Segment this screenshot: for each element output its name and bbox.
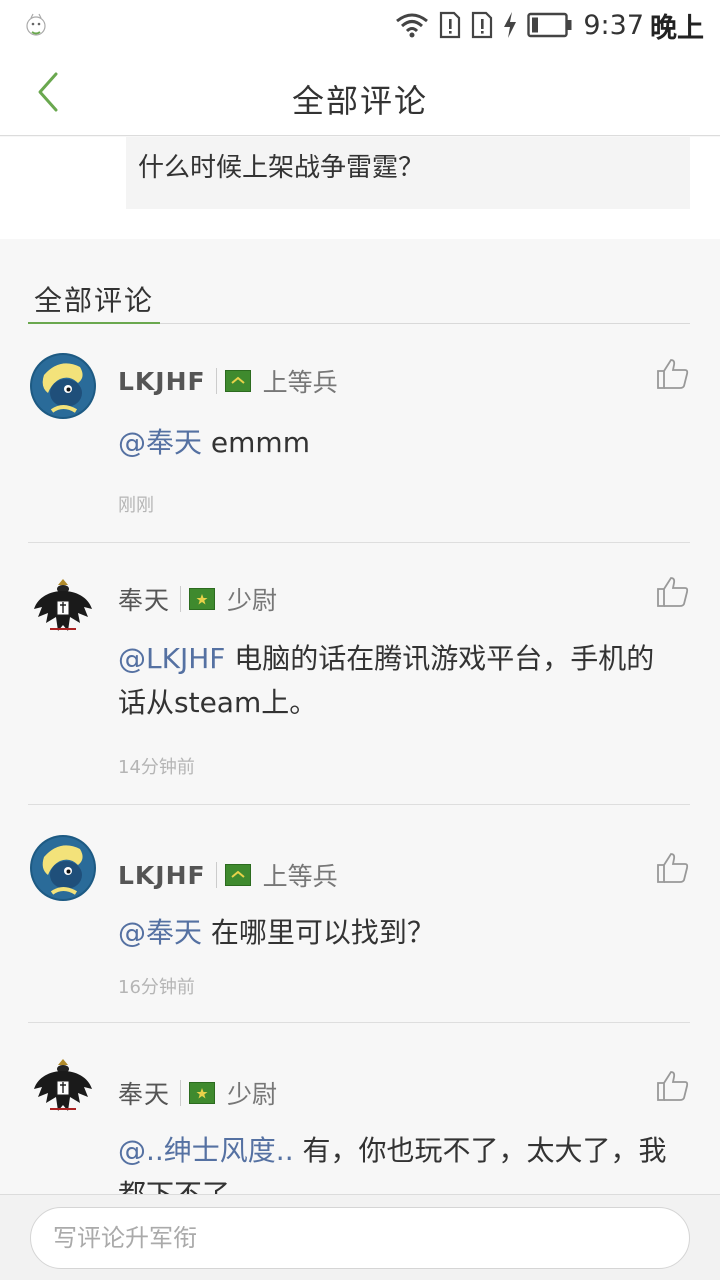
- status-period: 晚上: [650, 12, 704, 44]
- mention-link[interactable]: @奉天: [118, 426, 202, 459]
- comment-time: 刚刚: [118, 495, 154, 516]
- divider: [215, 862, 217, 888]
- comments-section: 全部评论 LKJHF 上等兵 @奉天 emmm 刚刚 奉天 少尉 @LKJHF …: [0, 239, 720, 1194]
- comment-text: @..绅士风度.. 有，你也玩不了，太大了，我都下不了: [118, 1129, 678, 1194]
- comment-time: 16分钟前: [118, 977, 195, 998]
- comment-input-bar: [0, 1194, 720, 1280]
- avatar[interactable]: [30, 573, 96, 639]
- comment-text: @奉天 emmm: [118, 421, 678, 465]
- sim-alert-icon: [440, 11, 461, 39]
- comment-username[interactable]: 奉天: [118, 1075, 170, 1111]
- comment-meta: 奉天 少尉: [118, 581, 277, 617]
- thumbs-up-icon[interactable]: [656, 575, 690, 609]
- battery-icon: [527, 12, 572, 38]
- post-snippet[interactable]: 什么时候上架战争雷霆？: [126, 137, 690, 209]
- chevron-rank-icon: [224, 370, 251, 392]
- comment-rank: 少尉: [227, 1080, 278, 1109]
- comment-body: emmm: [202, 426, 310, 459]
- charging-icon: [504, 12, 517, 38]
- comment-rank: 上等兵: [262, 368, 338, 397]
- tab-label: 全部评论: [34, 284, 155, 317]
- star-rank-icon: [189, 1082, 216, 1104]
- status-bar: 9:37 晚上: [0, 0, 720, 50]
- divider: [215, 368, 217, 394]
- comment-body: 在哪里可以找到？: [202, 916, 435, 949]
- comment-rank: 少尉: [227, 586, 278, 615]
- comment-item: LKJHF 上等兵 @奉天 在哪里可以找到？ 16分钟前: [28, 805, 690, 1023]
- avatar[interactable]: [30, 835, 96, 901]
- comment-text: @奉天 在哪里可以找到？: [118, 911, 678, 955]
- comment-input[interactable]: [30, 1207, 690, 1269]
- thumbs-up-icon[interactable]: [656, 357, 690, 391]
- mention-link[interactable]: @LKJHF: [118, 642, 225, 675]
- tab-underline: [28, 322, 160, 324]
- app-header: 全部评论: [0, 50, 720, 136]
- comment-time: 14分钟前: [118, 757, 195, 778]
- comment-meta: LKJHF 上等兵: [118, 857, 338, 893]
- comment-username[interactable]: 奉天: [118, 581, 170, 617]
- sim-alert-icon: [472, 11, 493, 39]
- thumbs-up-icon[interactable]: [656, 851, 690, 885]
- app-notification-icon: [26, 13, 46, 36]
- comment-username[interactable]: LKJHF: [118, 367, 206, 396]
- comment-rank: 上等兵: [262, 862, 338, 891]
- comment-meta: 奉天 少尉: [118, 1075, 277, 1111]
- divider: [180, 1080, 182, 1106]
- comment-item: LKJHF 上等兵 @奉天 emmm 刚刚: [28, 325, 690, 543]
- comment-item: 奉天 少尉 @..绅士风度.. 有，你也玩不了，太大了，我都下不了: [28, 1023, 690, 1194]
- status-icons: 9:37 晚上: [395, 8, 704, 44]
- comment-item: 奉天 少尉 @LKJHF 电脑的话在腾讯游戏平台，手机的话从steam上。 14…: [28, 543, 690, 805]
- comment-text: @LKJHF 电脑的话在腾讯游戏平台，手机的话从steam上。: [118, 637, 678, 725]
- star-rank-icon: [189, 588, 216, 610]
- page-title: 全部评论: [291, 82, 428, 120]
- comment-username[interactable]: LKJHF: [118, 861, 206, 890]
- tab-all-comments[interactable]: 全部评论: [28, 239, 690, 324]
- divider: [180, 586, 182, 612]
- post-snippet-area: 什么时候上架战争雷霆？: [0, 137, 720, 239]
- comment-meta: LKJHF 上等兵: [118, 363, 338, 399]
- mention-link[interactable]: @..绅士风度..: [118, 1134, 294, 1167]
- thumbs-up-icon[interactable]: [656, 1069, 690, 1103]
- wifi-icon: [396, 13, 429, 38]
- mention-link[interactable]: @奉天: [118, 916, 202, 949]
- status-time: 9:37: [583, 9, 644, 41]
- avatar[interactable]: [30, 353, 96, 419]
- chevron-rank-icon: [224, 864, 251, 886]
- avatar[interactable]: [30, 1053, 96, 1119]
